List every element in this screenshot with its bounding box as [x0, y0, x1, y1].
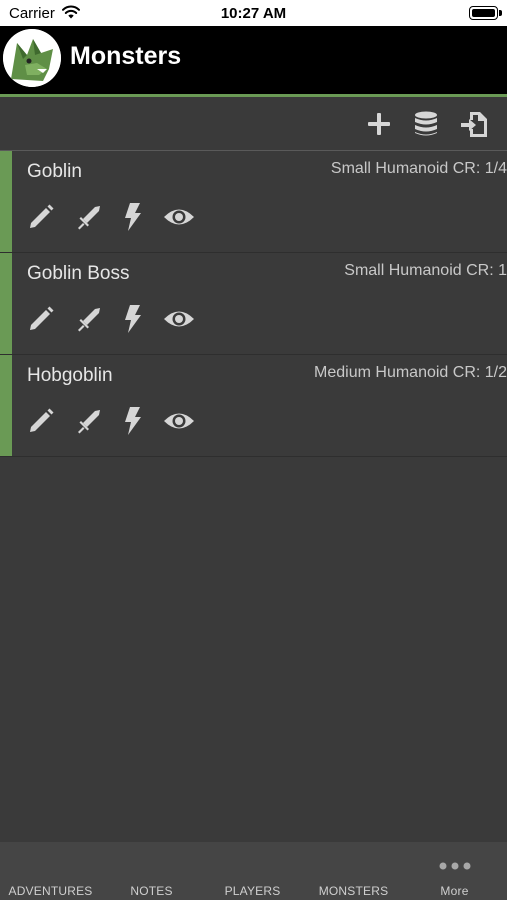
pencil-icon	[30, 408, 54, 432]
status-bar: Carrier 10:27 AM	[0, 0, 507, 26]
status-time: 10:27 AM	[220, 5, 287, 22]
tab-label: PLAYERS	[224, 884, 281, 898]
tab-label: More	[440, 884, 469, 898]
attack-button[interactable]	[73, 201, 105, 233]
eye-icon	[164, 209, 194, 225]
lightning-icon	[125, 407, 141, 435]
view-button[interactable]	[163, 405, 195, 437]
tab-label: MONSTERS	[318, 884, 389, 898]
monster-type-cr: Small Humanoid CR: 1/4	[330, 160, 507, 177]
eye-icon	[164, 311, 194, 327]
app-logo	[3, 29, 61, 87]
import-button[interactable]	[459, 109, 489, 139]
list-item[interactable]: Goblin Boss Small Humanoid CR: 1	[0, 253, 507, 355]
edit-button[interactable]	[25, 303, 57, 335]
nav-bar: Monsters	[0, 26, 507, 94]
attack-button[interactable]	[73, 303, 105, 335]
battery-icon	[469, 6, 502, 20]
import-icon	[461, 112, 487, 137]
monster-type-cr: Small Humanoid CR: 1	[344, 262, 507, 279]
tab-notes[interactable]: NOTES	[101, 842, 202, 900]
pencil-icon	[30, 306, 54, 330]
monster-list: Goblin Small Humanoid CR: 1/4 Goblin Bos…	[0, 151, 507, 457]
eye-icon	[164, 413, 194, 429]
sword-icon	[78, 206, 100, 230]
monster-name: Goblin Boss	[27, 263, 130, 284]
edit-button[interactable]	[25, 201, 57, 233]
monster-type-cr: Medium Humanoid CR: 1/2	[314, 364, 507, 381]
list-item[interactable]: Goblin Small Humanoid CR: 1/4	[0, 151, 507, 253]
monster-name: Goblin	[27, 161, 82, 182]
sword-icon	[78, 308, 100, 332]
lightning-icon	[125, 305, 141, 333]
action-button[interactable]	[117, 201, 149, 233]
toolbar	[0, 97, 507, 151]
tab-label: ADVENTURES	[8, 884, 93, 898]
list-item[interactable]: Hobgoblin Medium Humanoid CR: 1/2	[0, 355, 507, 457]
tab-players[interactable]: PLAYERS	[202, 842, 303, 900]
row-accent-bar	[0, 151, 12, 252]
tab-monsters[interactable]: MONSTERS	[303, 842, 404, 900]
lightning-icon	[125, 203, 141, 231]
row-accent-bar	[0, 253, 12, 354]
attack-button[interactable]	[73, 405, 105, 437]
database-icon	[415, 111, 437, 136]
monster-name: Hobgoblin	[27, 365, 113, 386]
action-button[interactable]	[117, 405, 149, 437]
add-monster-button[interactable]	[364, 109, 394, 139]
tab-label: NOTES	[130, 884, 173, 898]
tab-more[interactable]: More	[404, 842, 505, 900]
sword-icon	[78, 410, 100, 434]
view-button[interactable]	[163, 201, 195, 233]
database-button[interactable]	[411, 109, 441, 139]
action-button[interactable]	[117, 303, 149, 335]
edit-button[interactable]	[25, 405, 57, 437]
page-title: Monsters	[70, 42, 182, 70]
tab-adventures[interactable]: ADVENTURES	[0, 842, 101, 900]
pencil-icon	[30, 204, 54, 228]
tab-bar: ADVENTURES NOTES PLAYERS MONSTERS More	[0, 841, 507, 900]
more-dots-icon	[404, 857, 505, 875]
plus-icon	[368, 113, 390, 135]
view-button[interactable]	[163, 303, 195, 335]
row-accent-bar	[0, 355, 12, 456]
